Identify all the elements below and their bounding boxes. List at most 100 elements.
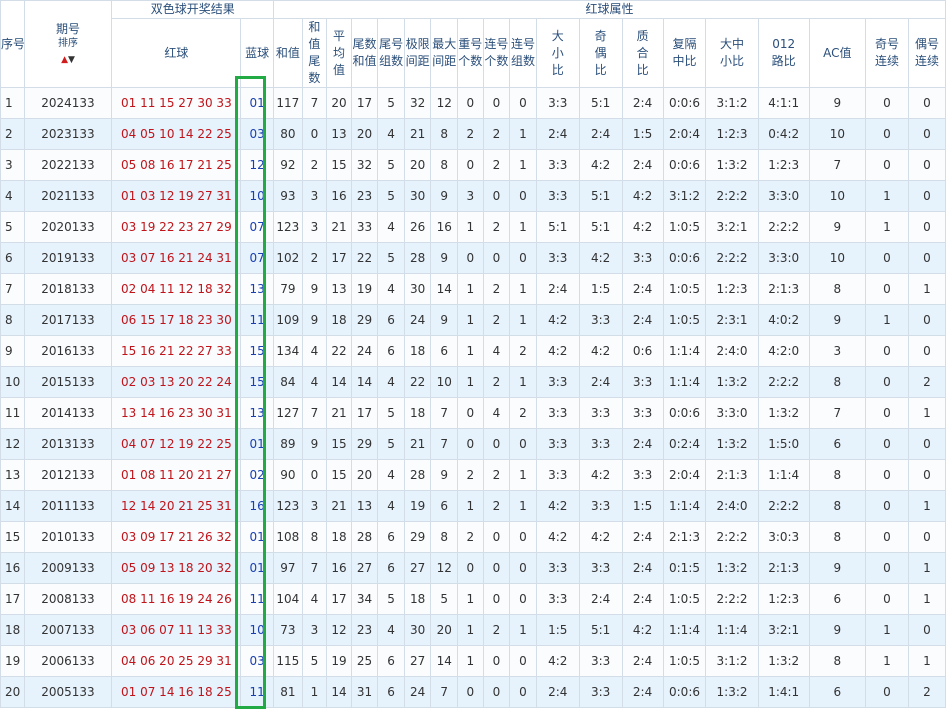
- cell-tail-groups: 4: [377, 211, 405, 243]
- cell-blue: 01: [240, 521, 275, 553]
- cell-odd-consec: 0: [864, 552, 909, 584]
- cell-prime: 2:4: [621, 87, 664, 119]
- cell-odd-consec: 0: [864, 397, 909, 429]
- cell-even-consec: 1: [907, 645, 946, 677]
- cell-blue: 15: [240, 366, 275, 398]
- cell-avg: 17: [326, 583, 352, 615]
- cell-tail-groups: 4: [377, 614, 405, 646]
- cell-consec-groups: 0: [509, 521, 537, 553]
- cell-blue: 11: [240, 583, 275, 615]
- cell-avg: 16: [326, 180, 352, 212]
- cell-ac: 7: [808, 397, 866, 429]
- col-period[interactable]: 期号 排序 ▲▼: [23, 0, 113, 88]
- col-sum-tail: 和值尾数: [301, 18, 328, 88]
- cell-bms: 2:2:2: [705, 521, 759, 553]
- cell-seq: 10: [0, 366, 25, 398]
- cell-period: 2005133: [23, 676, 113, 708]
- cell-red: 01 03 12 19 27 31: [111, 180, 242, 212]
- cell-consec: 4: [482, 335, 511, 367]
- sort-label[interactable]: 排序: [25, 38, 111, 50]
- results-body: 1 2024133 01 11 15 27 30 33 01 117 7 20 17 5 32 12…: [0, 87, 946, 708]
- cell-tail-sum: 25: [350, 645, 379, 677]
- cell-blue: 10: [240, 614, 275, 646]
- cell-avg: 18: [326, 304, 352, 336]
- cell-sum: 90: [273, 459, 303, 491]
- cell-bms: 1:3:2: [705, 149, 759, 181]
- cell-sum: 97: [273, 552, 303, 584]
- cell-max-gap: 14: [430, 645, 459, 677]
- cell-avg: 19: [326, 645, 352, 677]
- cell-even-consec: 2: [907, 676, 946, 708]
- cell-sum: 117: [273, 87, 303, 119]
- cell-odd-even: 4:2: [578, 459, 623, 491]
- cell-rep-gap: 0:0:6: [662, 676, 707, 708]
- cell-sum-tail: 4: [301, 335, 328, 367]
- cell-prime: 4:2: [621, 180, 664, 212]
- cell-sum-tail: 9: [301, 304, 328, 336]
- cell-seq: 6: [0, 242, 25, 274]
- sort-up-icon[interactable]: ▲: [61, 56, 68, 65]
- cell-sum: 102: [273, 242, 303, 274]
- cell-repeat: 1: [457, 211, 484, 243]
- cell-big-small: 4:2: [535, 335, 580, 367]
- cell-blue: 13: [240, 273, 275, 305]
- cell-sum-tail: 7: [301, 87, 328, 119]
- cell-avg: 14: [326, 366, 352, 398]
- sort-down-icon[interactable]: ▼: [68, 56, 75, 65]
- cell-repeat: 0: [457, 149, 484, 181]
- cell-blue: 10: [240, 180, 275, 212]
- cell-blue: 13: [240, 397, 275, 429]
- cell-period: 2010133: [23, 521, 113, 553]
- cell-sum-tail: 2: [301, 242, 328, 274]
- cell-rep-gap: 1:1:4: [662, 490, 707, 522]
- cell-consec: 0: [482, 180, 511, 212]
- cell-odd-even: 2:4: [578, 366, 623, 398]
- cell-rep-gap: 0:0:6: [662, 149, 707, 181]
- cell-big-small: 4:2: [535, 645, 580, 677]
- cell-path012: 3:0:3: [757, 521, 810, 553]
- cell-bms: 3:2:1: [705, 211, 759, 243]
- cell-seq: 1: [0, 87, 25, 119]
- cell-tail-sum: 28: [350, 521, 379, 553]
- cell-big-small: 3:3: [535, 180, 580, 212]
- cell-repeat: 1: [457, 273, 484, 305]
- cell-consec: 2: [482, 211, 511, 243]
- col-tail-sum: 尾数和值: [350, 18, 379, 88]
- cell-rep-gap: 0:1:5: [662, 552, 707, 584]
- cell-tail-sum: 14: [350, 366, 379, 398]
- cell-max-gap: 16: [430, 211, 459, 243]
- cell-ac: 10: [808, 118, 866, 150]
- col-big-small: 大小比: [535, 18, 580, 88]
- cell-range: 24: [403, 676, 432, 708]
- cell-even-consec: 1: [907, 490, 946, 522]
- cell-sum: 108: [273, 521, 303, 553]
- cell-consec-groups: 1: [509, 614, 537, 646]
- cell-rep-gap: 3:1:2: [662, 180, 707, 212]
- cell-even-consec: 0: [907, 118, 946, 150]
- cell-path012: 3:3:0: [757, 242, 810, 274]
- cell-bms: 2:2:2: [705, 180, 759, 212]
- cell-even-consec: 0: [907, 459, 946, 491]
- cell-tail-sum: 22: [350, 242, 379, 274]
- cell-range: 30: [403, 180, 432, 212]
- cell-bms: 1:3:2: [705, 428, 759, 460]
- table-row: 10 2015133 02 03 13 20 22 24 15 84 4 14 14 4 22 10…: [0, 366, 946, 398]
- cell-tail-groups: 5: [377, 242, 405, 274]
- cell-period: 2012133: [23, 459, 113, 491]
- cell-bms: 3:1:2: [705, 87, 759, 119]
- cell-prime: 1:5: [621, 118, 664, 150]
- cell-max-gap: 7: [430, 676, 459, 708]
- cell-prime: 2:4: [621, 304, 664, 336]
- cell-red: 05 08 16 17 21 25: [111, 149, 242, 181]
- cell-repeat: 1: [457, 490, 484, 522]
- cell-range: 21: [403, 118, 432, 150]
- cell-consec: 0: [482, 87, 511, 119]
- cell-avg: 21: [326, 397, 352, 429]
- cell-bms: 1:3:2: [705, 366, 759, 398]
- cell-bms: 1:2:3: [705, 273, 759, 305]
- cell-rep-gap: 0:2:4: [662, 428, 707, 460]
- cell-rep-gap: 2:1:3: [662, 521, 707, 553]
- cell-repeat: 0: [457, 397, 484, 429]
- cell-red: 03 09 17 21 26 32: [111, 521, 242, 553]
- cell-rep-gap: 2:0:4: [662, 459, 707, 491]
